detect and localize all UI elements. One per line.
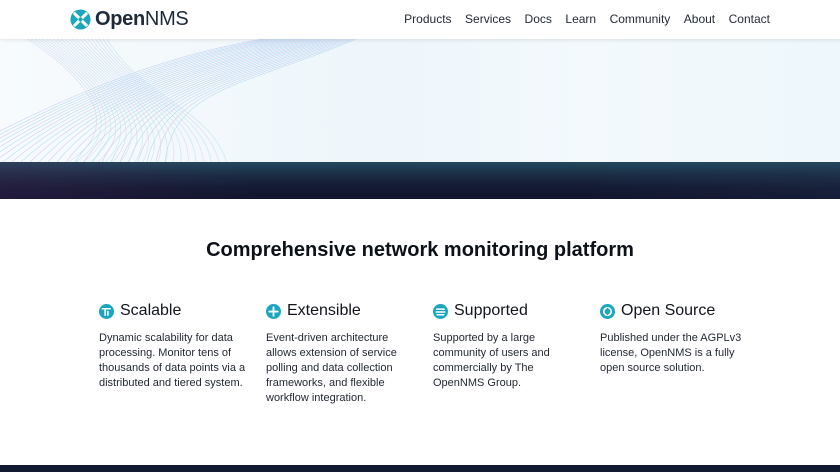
hero-wave-pattern: [0, 39, 357, 162]
nav-community[interactable]: Community: [610, 12, 671, 27]
nav-products[interactable]: Products: [404, 12, 451, 27]
hero-banner: [0, 39, 840, 162]
open-source-icon: [600, 303, 615, 319]
extensible-icon: [266, 303, 281, 319]
feature-description: Dynamic scalability for data processing.…: [99, 332, 246, 389]
feature-title: Open Source: [621, 302, 716, 319]
opennms-logo-icon: [70, 8, 91, 30]
section-title: Comprehensive network monitoring platfor…: [206, 239, 634, 261]
feature-title: Supported: [454, 302, 528, 319]
feature-description: Supported by a large community of users …: [433, 332, 550, 389]
nav-learn[interactable]: Learn: [565, 12, 596, 27]
feature-open-source: Open Source Published under the AGPLv3 l…: [600, 302, 750, 376]
feature-description: Event-driven architecture allows extensi…: [266, 332, 397, 404]
logo-wordmark: OpenNMS: [95, 8, 189, 30]
main-nav: Products Services Docs Learn Community A…: [391, 12, 770, 27]
nav-about[interactable]: About: [684, 12, 715, 27]
feature-supported: Supported Supported by a large community…: [433, 302, 583, 391]
supported-icon: [433, 303, 448, 319]
nav-contact[interactable]: Contact: [729, 12, 770, 27]
opennms-logo[interactable]: OpenNMS: [70, 8, 189, 30]
nav-services[interactable]: Services: [465, 12, 511, 27]
scalable-icon: [99, 303, 114, 319]
hero-bottom-band: [0, 162, 840, 199]
feature-extensible: Extensible Event-driven architecture all…: [266, 302, 416, 406]
wave-line: [119, 39, 342, 162]
feature-scalable: Scalable Dynamic scalability for data pr…: [99, 302, 249, 391]
feature-title: Extensible: [287, 302, 361, 319]
footer-edge: [0, 465, 840, 472]
wave-line: [45, 39, 121, 162]
feature-title: Scalable: [120, 302, 182, 319]
wave-line: [0, 39, 266, 132]
site-header: OpenNMS Products Services Docs Learn Com…: [0, 0, 840, 39]
nav-docs[interactable]: Docs: [525, 12, 552, 27]
wave-line: [0, 39, 292, 158]
feature-description: Published under the AGPLv3 license, Open…: [600, 332, 742, 374]
